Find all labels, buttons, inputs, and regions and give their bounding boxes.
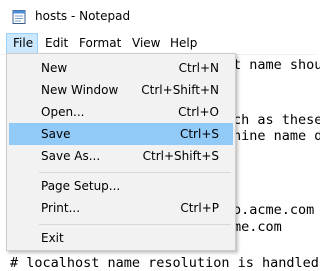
menu-view[interactable]: View xyxy=(126,33,166,54)
menu-item-page-setup[interactable]: Page Setup... xyxy=(9,175,233,197)
menu-item-label: Print... xyxy=(41,201,81,215)
menu-separator xyxy=(39,172,231,173)
menu-separator xyxy=(39,224,231,225)
menu-item-save[interactable]: Save Ctrl+S xyxy=(9,123,233,145)
menu-item-label: Exit xyxy=(41,231,64,245)
menu-item-label: Save xyxy=(41,127,71,141)
menu-item-exit[interactable]: Exit xyxy=(9,227,233,249)
editor-line: hine name d xyxy=(233,128,320,144)
menu-item-shortcut: Ctrl+Shift+S xyxy=(142,149,219,163)
menu-bar: File Edit Format View Help xyxy=(0,33,316,54)
menu-item-label: New xyxy=(41,61,68,75)
editor-line: ch as these xyxy=(233,112,320,128)
editor-line: me.com xyxy=(233,219,282,235)
menu-item-new[interactable]: New Ctrl+N xyxy=(9,57,233,79)
menu-item-new-window[interactable]: New Window Ctrl+Shift+N xyxy=(9,79,233,101)
menu-item-shortcut: Ctrl+Shift+N xyxy=(141,83,219,97)
menu-item-shortcut: Ctrl+N xyxy=(178,61,219,75)
menu-edit[interactable]: Edit xyxy=(39,33,74,54)
editor-line: o.acme.com xyxy=(233,202,315,218)
window-title: hosts - Notepad xyxy=(35,9,131,23)
menu-item-shortcut: Ctrl+S xyxy=(179,127,219,141)
menu-item-label: Open... xyxy=(41,105,85,119)
menu-item-shortcut: Ctrl+O xyxy=(178,105,219,119)
menu-file[interactable]: File xyxy=(6,33,38,54)
menu-item-shortcut: Ctrl+P xyxy=(180,201,219,215)
menu-item-label: New Window xyxy=(41,83,119,97)
menu-format[interactable]: Format xyxy=(73,33,127,54)
editor-line: # localhost name resolution is handled xyxy=(10,255,319,271)
title-bar: hosts - Notepad xyxy=(0,0,316,32)
notepad-icon xyxy=(12,10,26,24)
menu-help[interactable]: Help xyxy=(164,33,203,54)
file-menu-dropdown: New Ctrl+N New Window Ctrl+Shift+N Open.… xyxy=(6,53,236,251)
menu-item-label: Page Setup... xyxy=(41,179,121,193)
menu-item-print[interactable]: Print... Ctrl+P xyxy=(9,197,233,219)
editor-line: t name shou xyxy=(233,57,320,73)
menu-item-open[interactable]: Open... Ctrl+O xyxy=(9,101,233,123)
menu-item-label: Save As... xyxy=(41,149,101,163)
menu-item-save-as[interactable]: Save As... Ctrl+Shift+S xyxy=(9,145,233,167)
